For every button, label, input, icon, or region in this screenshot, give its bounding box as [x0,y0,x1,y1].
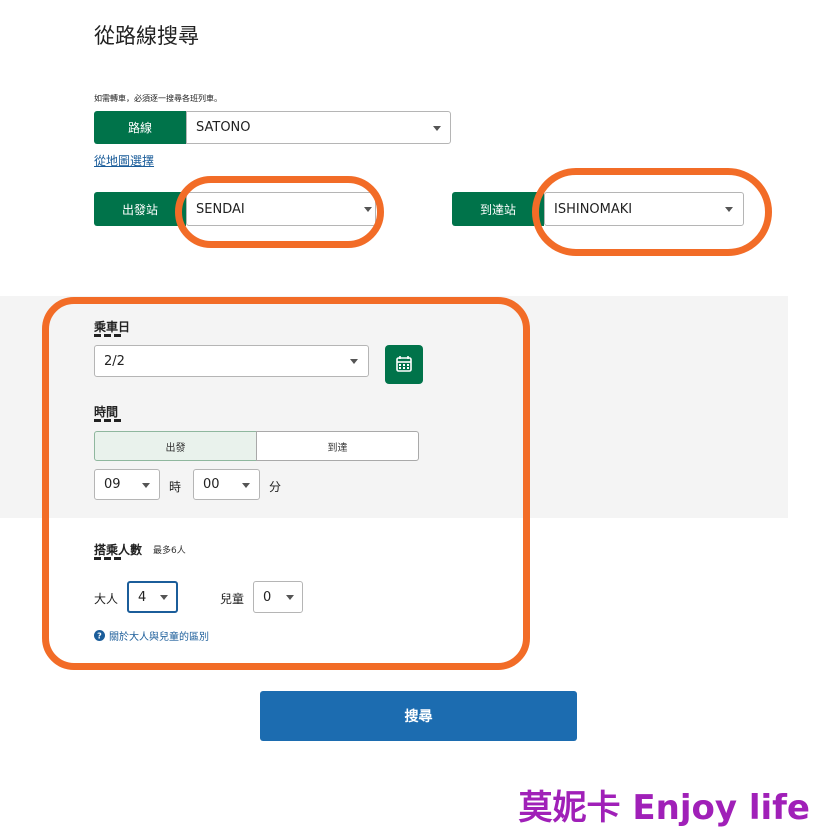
search-button[interactable]: 搜尋 [260,691,577,741]
route-label: 路線 [94,111,186,144]
route-value: SATONO [196,120,251,135]
select-from-map-link[interactable]: 從地圖選擇 [94,152,154,169]
watermark: 莫妮卡 Enjoy life [518,788,810,828]
date-time-passenger-highlight [42,297,530,670]
arrival-highlight [532,168,772,256]
departure-highlight [175,176,384,248]
transfer-note: 如需轉車，必須逐一搜尋各班列車。 [94,94,222,103]
route-select[interactable]: SATONO [186,111,451,144]
chevron-down-icon [433,126,441,131]
departure-label: 出發站 [94,192,186,226]
page-title: 從路線搜尋 [94,24,199,48]
arrival-label: 到達站 [452,192,544,226]
